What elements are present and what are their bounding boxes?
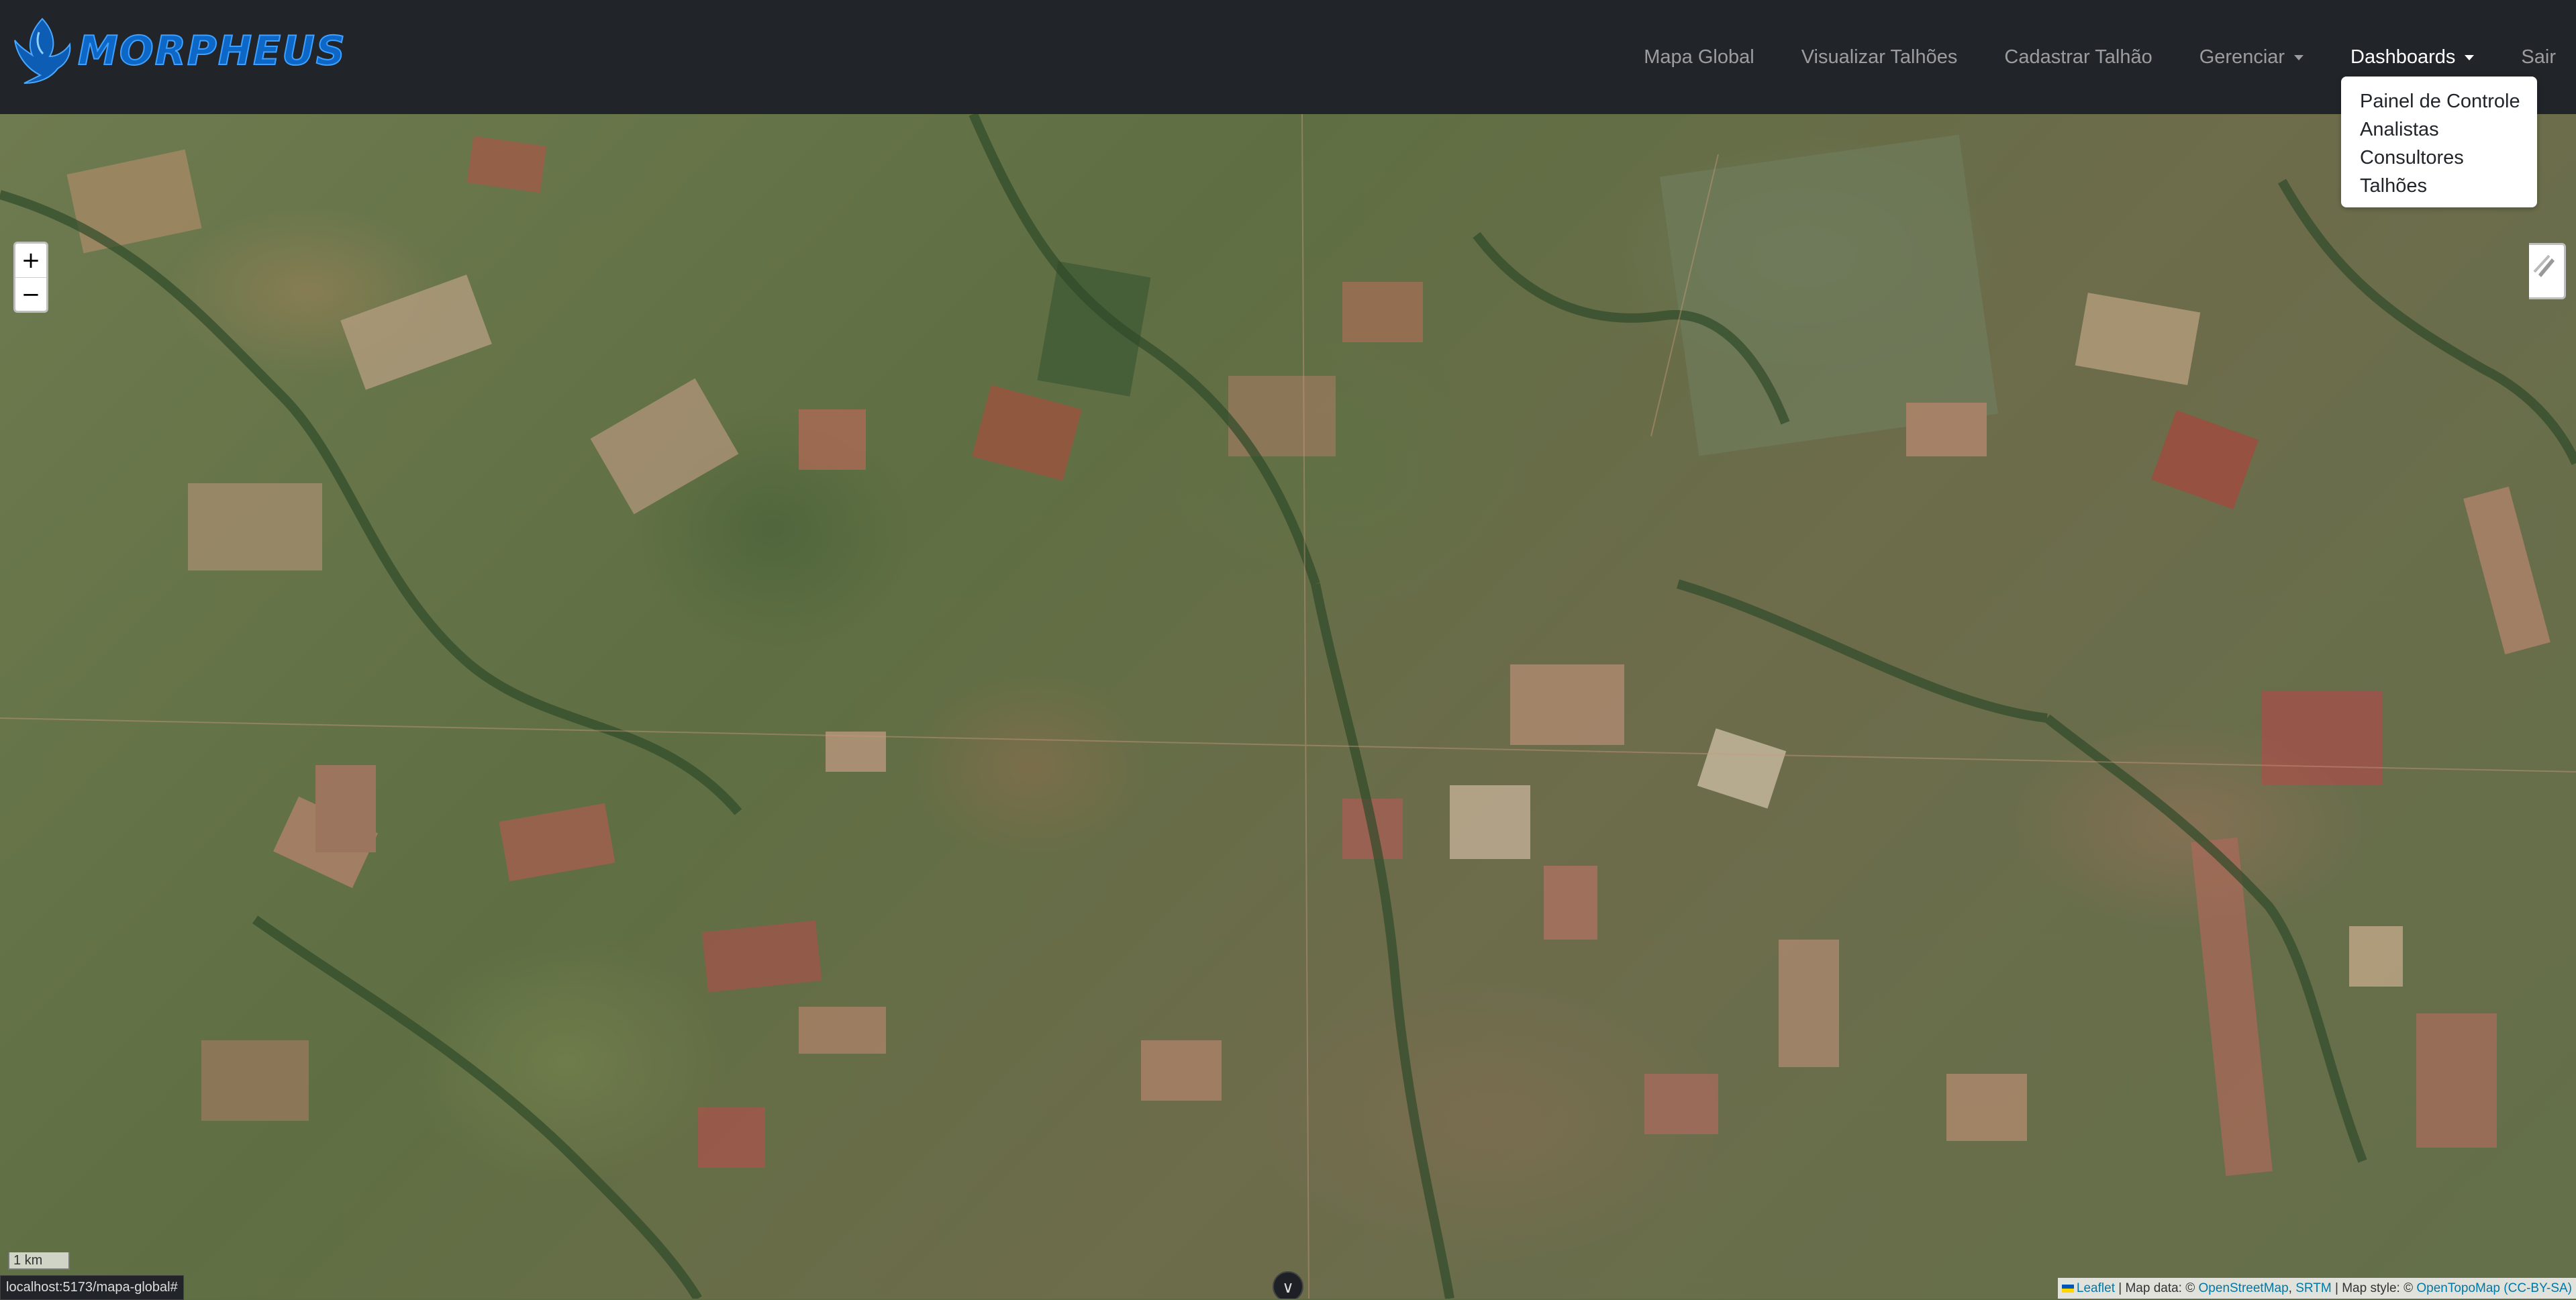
brand-logo[interactable]: MORPHEUS xyxy=(12,16,346,86)
map-scale: 1 km xyxy=(8,1252,70,1270)
openstreetmap-link[interactable]: OpenStreetMap xyxy=(2199,1281,2289,1295)
nav-cadastrar-talhao[interactable]: Cadastrar Talhão xyxy=(2004,46,2152,68)
menu-item-consultores[interactable]: Consultores xyxy=(2341,144,2537,172)
srtm-link[interactable]: SRTM xyxy=(2295,1281,2331,1295)
map-attribution: Leaflet | Map data: © OpenStreetMap, SRT… xyxy=(2057,1278,2576,1299)
layers-control-button[interactable] xyxy=(2529,243,2566,299)
nav-mapa-global[interactable]: Mapa Global xyxy=(1644,46,1754,68)
phoenix-logo-icon xyxy=(14,17,71,84)
satellite-imagery xyxy=(0,114,2576,1299)
satellite-map[interactable]: + − ∨ xyxy=(0,114,2576,1299)
leaflet-link[interactable]: Leaflet xyxy=(2077,1281,2115,1295)
attribution-map-data-text: | Map data: © xyxy=(2118,1281,2195,1295)
top-navbar: MORPHEUS Mapa Global Visualizar Talhões … xyxy=(0,0,2576,114)
cc-by-sa-link[interactable]: (CC-BY-SA) xyxy=(2504,1281,2572,1295)
opentopomap-link[interactable]: OpenTopoMap xyxy=(2416,1281,2500,1295)
nav-mapa-global-label: Mapa Global xyxy=(1644,46,1754,68)
nav-visualizar-talhoes-label: Visualizar Talhões xyxy=(1801,46,1958,68)
dashboards-dropdown-menu: Painel de Controle Analistas Consultores… xyxy=(2341,77,2537,207)
chevron-down-icon[interactable]: ∨ xyxy=(1273,1271,1303,1299)
nav-gerenciar-label: Gerenciar xyxy=(2199,46,2285,68)
caret-down-icon xyxy=(2294,55,2304,60)
nav-visualizar-talhoes[interactable]: Visualizar Talhões xyxy=(1801,46,1958,68)
nav-sair[interactable]: Sair xyxy=(2521,46,2556,68)
menu-item-talhoes[interactable]: Talhões xyxy=(2341,172,2537,200)
caret-down-icon xyxy=(2465,55,2475,60)
nav-cadastrar-talhao-label: Cadastrar Talhão xyxy=(2004,46,2152,68)
ukraine-flag-icon xyxy=(2061,1284,2074,1293)
nav-gerenciar-dropdown[interactable]: Gerenciar xyxy=(2199,46,2304,68)
nav-dashboards-dropdown[interactable]: Dashboards xyxy=(2350,46,2475,68)
nav-dashboards-label: Dashboards xyxy=(2350,46,2456,68)
menu-item-analistas[interactable]: Analistas xyxy=(2341,115,2537,144)
attribution-separator: , xyxy=(2288,1281,2292,1295)
zoom-control: + − xyxy=(13,242,48,313)
layers-icon xyxy=(2533,254,2555,277)
brand-name: MORPHEUS xyxy=(77,27,347,75)
zoom-out-button[interactable]: − xyxy=(15,278,46,311)
menu-item-painel-de-controle[interactable]: Painel de Controle xyxy=(2341,87,2537,115)
attribution-map-style-text: | Map style: © xyxy=(2335,1281,2414,1295)
browser-status-url: localhost:5173/mapa-global# xyxy=(0,1275,184,1300)
zoom-in-button[interactable]: + xyxy=(15,244,46,278)
nav-sair-label: Sair xyxy=(2521,46,2556,68)
